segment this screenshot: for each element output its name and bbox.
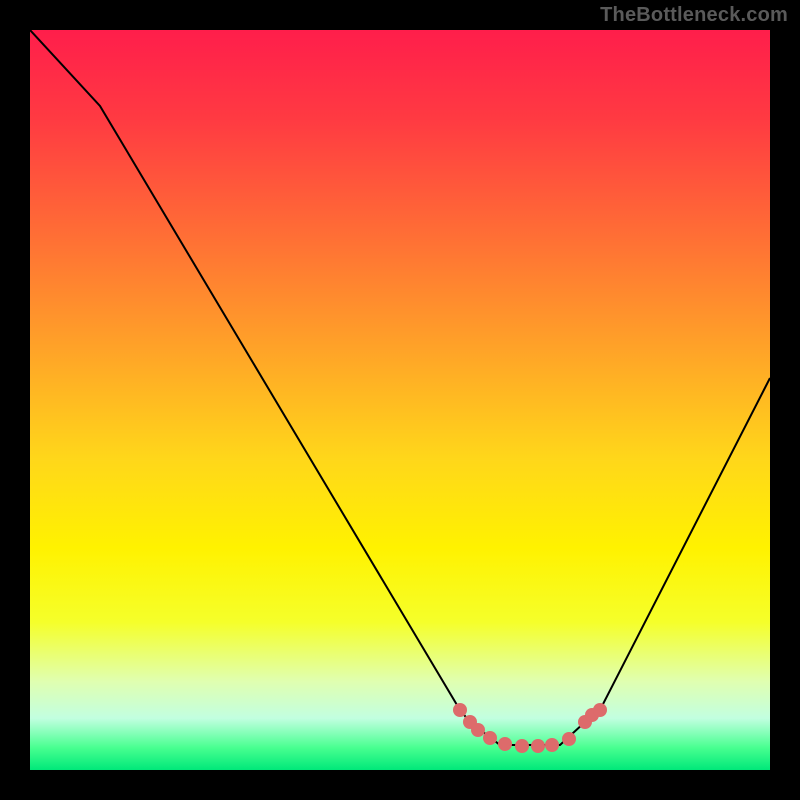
optimal-zone-dot	[545, 738, 559, 752]
watermark-text: TheBottleneck.com	[600, 4, 788, 27]
optimal-zone-dot	[562, 732, 576, 746]
optimal-zone-dot	[593, 703, 607, 717]
optimal-zone-dot	[515, 739, 529, 753]
bottleneck-curve-svg	[30, 30, 770, 770]
optimal-zone-dot	[483, 731, 497, 745]
optimal-zone-dot	[498, 737, 512, 751]
optimal-zone-dot	[471, 723, 485, 737]
optimal-zone-dot	[453, 703, 467, 717]
optimal-zone-dot	[531, 739, 545, 753]
bottleneck-curve	[30, 30, 770, 745]
